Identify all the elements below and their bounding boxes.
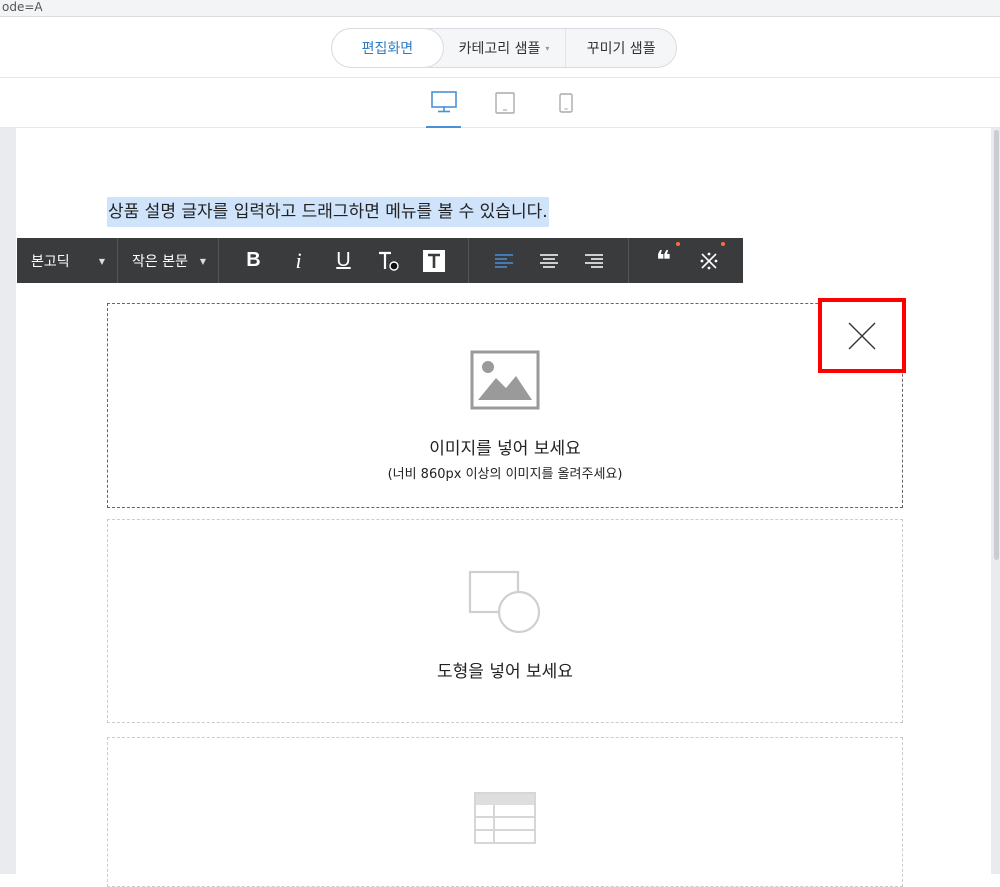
new-badge-dot (676, 242, 680, 246)
tab-category-sample-label: 카테고리 샘플 (458, 41, 541, 57)
image-placeholder-icon (470, 350, 540, 410)
quote-button[interactable]: ❝ (641, 238, 686, 283)
tab-decoration-sample-label: 꾸미기 샘플 (586, 41, 656, 57)
text-color-button[interactable] (366, 238, 411, 283)
alignment-group (469, 238, 629, 283)
underline-button[interactable]: U (321, 238, 366, 283)
underline-icon: U (336, 249, 351, 271)
tablet-view-icon (495, 92, 515, 114)
insert-group: ❝ (629, 238, 743, 283)
shape-placeholder-icon (468, 570, 541, 634)
image-block-subtitle: (너비 860px 이상의 이미지를 올려주세요) (387, 467, 623, 482)
bold-button[interactable]: B (231, 238, 276, 283)
align-right-icon (584, 253, 603, 268)
mode-segmented-control: 편집화면 카테고리 샘플 ▾ 꾸미기 샘플 (331, 28, 677, 68)
top-bar: 편집화면 카테고리 샘플 ▾ 꾸미기 샘플 (0, 17, 1000, 78)
text-style-group: B i U (219, 238, 469, 283)
text-color-icon (378, 251, 399, 271)
font-size-select[interactable]: 작은 본문 ▼ (118, 238, 219, 283)
tab-category-sample[interactable]: 카테고리 샘플 ▾ (443, 29, 567, 67)
text-background-button[interactable] (411, 238, 456, 283)
device-preview-bar (0, 78, 1000, 128)
italic-icon: i (295, 247, 302, 273)
italic-button[interactable]: i (276, 238, 321, 283)
text-format-toolbar: 본고딕 ▼ 작은 본문 ▼ B i U ❝ (17, 238, 743, 283)
bold-icon: B (246, 249, 261, 271)
new-badge-dot (721, 242, 725, 246)
chevron-down-icon: ▼ (98, 257, 105, 266)
font-family-value: 본고딕 (31, 253, 70, 270)
tab-decoration-sample[interactable]: 꾸미기 샘플 (566, 29, 676, 67)
shape-block-title: 도형을 넣어 보세요 (437, 662, 573, 682)
tab-edit-screen-label: 편집화면 (361, 41, 414, 57)
shape-insert-block[interactable]: 도형을 넣어 보세요 (107, 519, 903, 723)
reference-mark-icon (700, 252, 717, 269)
align-left-button[interactable] (481, 238, 526, 283)
desktop-view-button[interactable] (426, 78, 461, 128)
table-insert-block[interactable] (107, 737, 903, 887)
chevron-down-icon: ▾ (545, 43, 550, 53)
image-block-title: 이미지를 넣어 보세요 (429, 439, 581, 459)
mobile-view-button[interactable] (553, 78, 579, 128)
font-size-value: 작은 본문 (132, 253, 188, 270)
tablet-view-button[interactable] (490, 78, 520, 128)
chevron-down-icon: ▼ (199, 257, 206, 266)
remove-block-button[interactable] (818, 298, 906, 373)
editor-left-gutter (0, 128, 16, 874)
close-icon (848, 322, 876, 349)
editor-scrollbar-thumb[interactable] (994, 130, 999, 560)
desktop-view-icon (430, 91, 457, 113)
table-placeholder-icon (474, 792, 536, 844)
address-bar-fragment: ode=A (0, 0, 1000, 17)
align-center-button[interactable] (526, 238, 571, 283)
font-family-select[interactable]: 본고딕 ▼ (17, 238, 118, 283)
text-background-icon (422, 249, 445, 272)
product-description-text[interactable]: 상품 설명 글자를 입력하고 드래그하면 메뉴를 볼 수 있습니다. (107, 197, 549, 227)
quote-icon: ❝ (655, 245, 672, 276)
align-right-button[interactable] (571, 238, 616, 283)
tab-edit-screen[interactable]: 편집화면 (332, 29, 443, 67)
special-char-button[interactable] (686, 238, 731, 283)
align-left-icon (494, 253, 513, 268)
mobile-view-icon (559, 93, 573, 113)
align-center-icon (539, 253, 558, 268)
image-upload-block[interactable]: 이미지를 넣어 보세요 (너비 860px 이상의 이미지를 올려주세요) (107, 303, 903, 508)
